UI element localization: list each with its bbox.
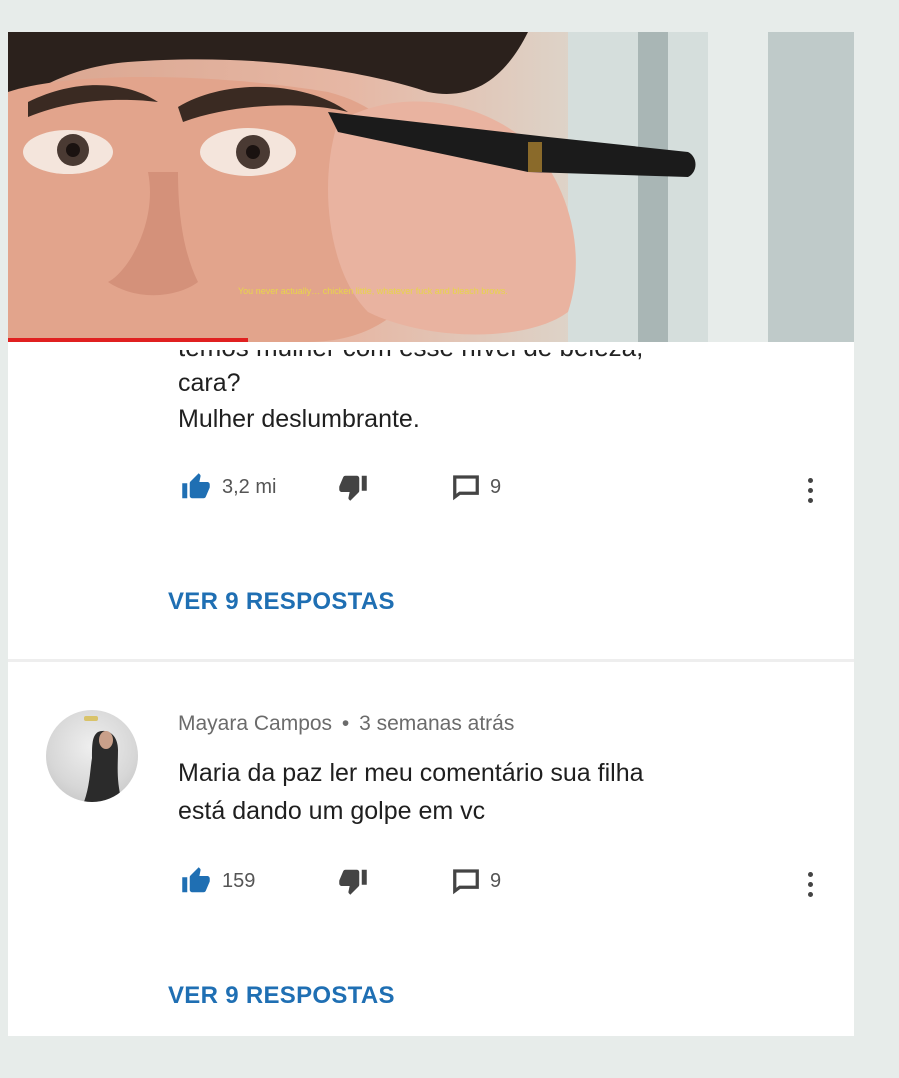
thumb-down-icon [339, 475, 367, 501]
video-player[interactable]: You never actually… chicken little, what… [8, 32, 854, 342]
reply-button[interactable]: 9 [450, 472, 501, 502]
avatar[interactable] [46, 710, 138, 802]
comment-icon [453, 869, 479, 895]
thumb-up-icon [182, 867, 210, 893]
comment-actions: 159 9 [178, 866, 828, 902]
comment-icon [453, 475, 479, 501]
dislike-button[interactable] [336, 866, 370, 896]
video-frame: You never actually… chicken little, what… [8, 32, 854, 342]
comment-meta: Mayara Campos • 3 semanas atrás [178, 712, 514, 736]
comment-author[interactable]: Mayara Campos [178, 712, 332, 735]
view-replies-link[interactable]: VER 9 RESPOSTAS [168, 588, 395, 616]
thumb-down-icon [339, 869, 367, 895]
avatar-image [84, 716, 122, 802]
thumb-up-icon [182, 473, 210, 499]
like-button[interactable]: 159 [178, 866, 255, 896]
reply-count: 9 [490, 869, 502, 892]
more-vert-icon[interactable] [800, 472, 820, 508]
comment-actions: 3,2 mi 9 [178, 472, 828, 508]
comment-divider [8, 659, 854, 662]
view-replies-link[interactable]: VER 9 RESPOSTAS [168, 982, 395, 1010]
like-count: 159 [222, 869, 256, 892]
more-vert-icon[interactable] [800, 866, 820, 902]
video-progress-bar[interactable] [8, 338, 248, 342]
comment-text-line: está dando um golpe em vc [178, 797, 486, 825]
comment-text-line: Mulher deslumbrante. [178, 405, 420, 433]
bottom-band [0, 1036, 899, 1078]
dislike-button[interactable] [336, 472, 370, 502]
reply-button[interactable]: 9 [450, 866, 501, 896]
like-count: 3,2 mi [222, 475, 277, 498]
video-subtitle: You never actually… chicken little, what… [238, 286, 508, 296]
comment-time: 3 semanas atrás [359, 712, 515, 735]
comment-text-line: cara? [178, 369, 241, 397]
youtube-screen: You never actually… chicken little, what… [8, 32, 854, 1036]
comment-text-line: Maria da paz ler meu comentário sua filh… [178, 759, 644, 787]
meta-separator: • [341, 712, 350, 735]
like-button[interactable]: 3,2 mi [178, 472, 276, 502]
reply-count: 9 [490, 475, 502, 498]
